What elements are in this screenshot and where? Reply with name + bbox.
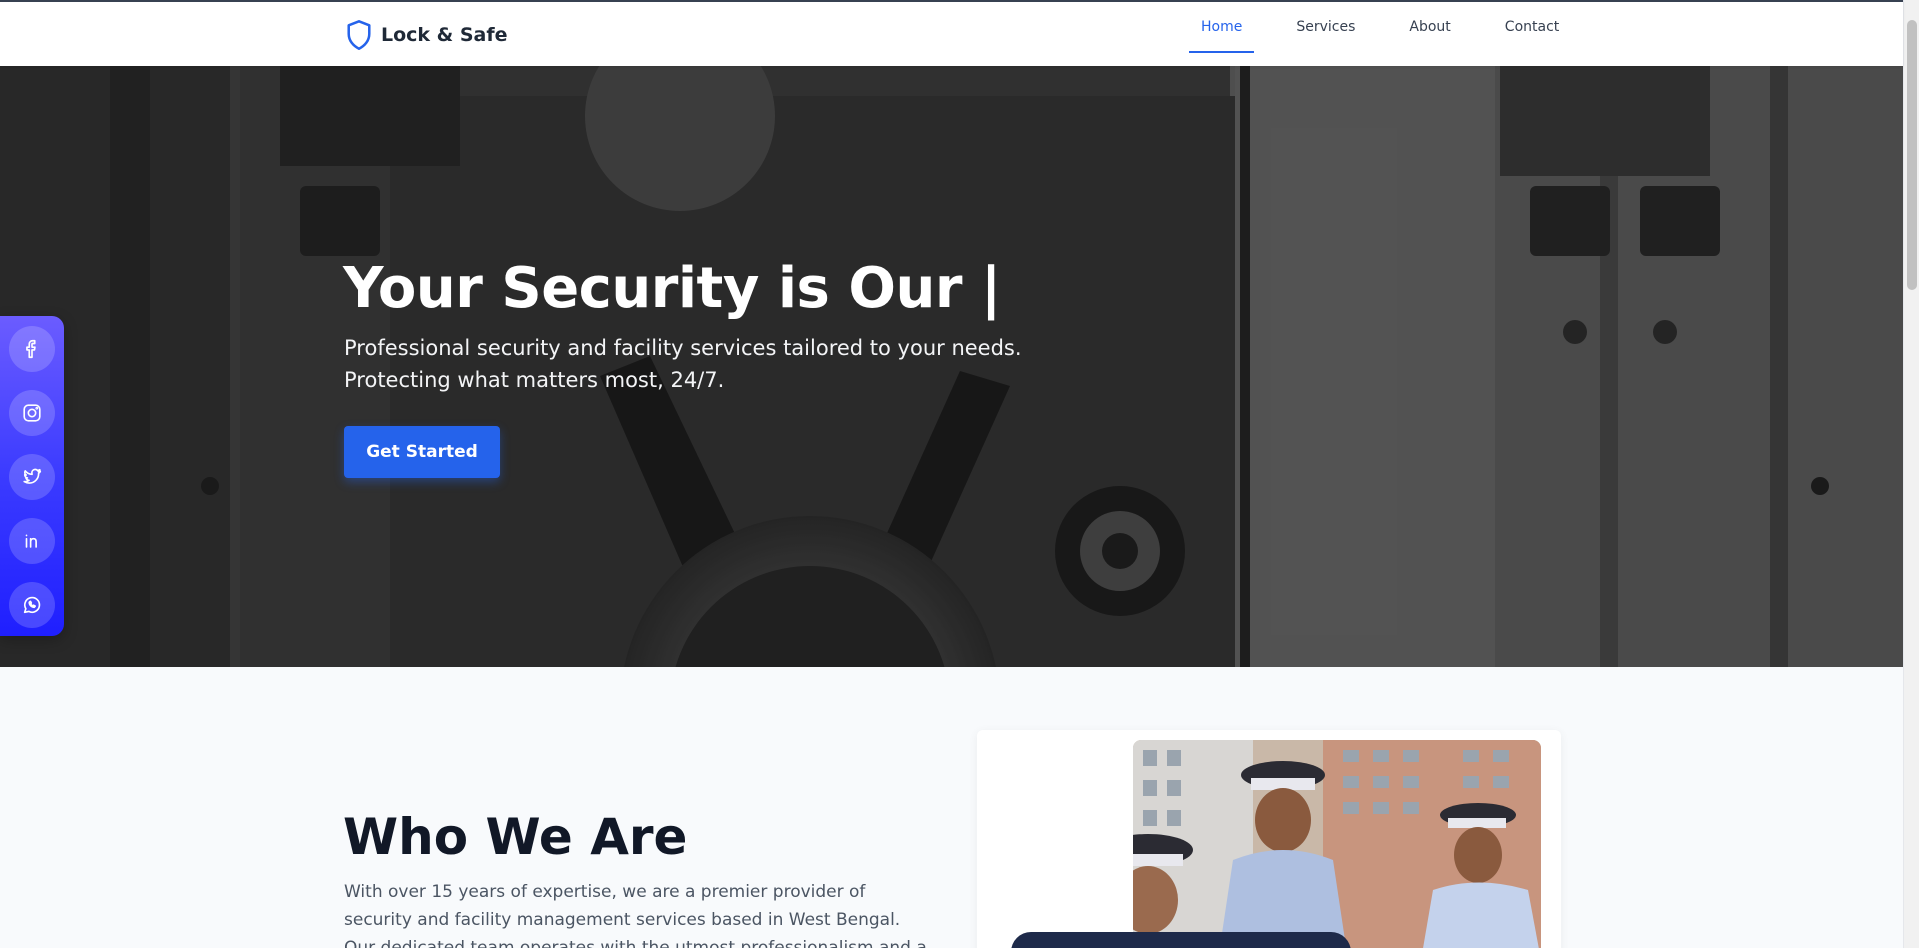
twitter-icon — [23, 468, 42, 484]
about-text: With over 15 years of expertise, we are … — [344, 882, 927, 948]
main-nav: Home Services About Contact — [1189, 2, 1601, 66]
nav-about[interactable]: About — [1397, 2, 1462, 52]
linkedin-button[interactable] — [9, 518, 55, 564]
facebook-button[interactable] — [9, 326, 55, 372]
instagram-button[interactable] — [9, 390, 55, 436]
page-scrollbar[interactable] — [1903, 0, 1919, 948]
get-started-button[interactable]: Get Started — [344, 426, 500, 478]
about-image-card — [977, 730, 1561, 948]
hero-subtitle: Professional security and facility servi… — [344, 332, 1064, 396]
whatsapp-button[interactable] — [9, 582, 55, 628]
scrollbar-thumb[interactable] — [1907, 20, 1917, 290]
brand-logo[interactable]: Lock & Safe — [345, 19, 508, 51]
nav-services[interactable]: Services — [1284, 2, 1367, 52]
facebook-icon — [26, 339, 36, 359]
image-card-caption-pill — [1011, 932, 1351, 948]
nav-contact[interactable]: Contact — [1493, 2, 1571, 52]
instagram-icon — [23, 404, 41, 422]
security-guards-image — [1133, 740, 1541, 948]
nav-home[interactable]: Home — [1189, 2, 1255, 53]
hero-subtitle-line-1: Professional security and facility servi… — [344, 336, 1022, 360]
top-navbar: Lock & Safe Home Services About Contact — [0, 0, 1903, 66]
brand-name: Lock & Safe — [381, 24, 508, 46]
hero-subtitle-line-2: Protecting what matters most, 24/7. — [344, 368, 725, 392]
shield-icon — [347, 20, 371, 50]
whatsapp-icon — [23, 596, 41, 614]
linkedin-icon — [25, 534, 37, 548]
twitter-button[interactable] — [9, 454, 55, 500]
hero-title: Your Security is Our | — [343, 256, 1001, 321]
social-sidebar — [0, 316, 64, 636]
about-title: Who We Are — [343, 808, 688, 866]
hero-section: Your Security is Our | Professional secu… — [0, 66, 1903, 667]
